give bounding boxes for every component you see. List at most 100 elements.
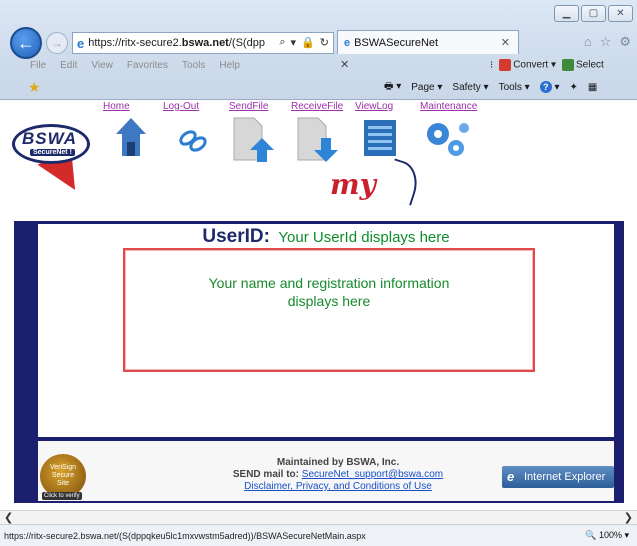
verisign-seal[interactable]: VeriSign Secure Site Click to verify xyxy=(40,454,86,500)
forward-button[interactable]: → xyxy=(46,32,68,54)
zoom-level: 100% xyxy=(598,530,622,540)
lock-icon[interactable]: 🔒 xyxy=(301,36,315,49)
refresh-icon[interactable]: ↻ xyxy=(320,36,329,49)
toolbar-icons: ⌂ ☆ ⚙ xyxy=(584,34,631,50)
logo-subtext: SecureNet ! xyxy=(30,149,75,156)
maintenance-gears-icon[interactable] xyxy=(420,116,472,160)
horizontal-scrollbar[interactable]: ❮ ❯ xyxy=(0,510,637,524)
browser-chrome: ▁ ▢ ✕ ← → e https://ritx-secure2. bswa.ne… xyxy=(0,0,637,100)
verisign-click-label: Click to verify xyxy=(42,492,82,500)
verisign-line3: Site xyxy=(56,480,70,487)
minimize-button[interactable]: ▁ xyxy=(554,5,579,22)
add-favorite-star-icon[interactable]: ★ xyxy=(28,79,41,96)
address-tools[interactable]: ⌕ ▾ 🔒 ↻ xyxy=(276,36,329,49)
send-mail-label: SEND mail to: xyxy=(232,469,299,480)
userid-row: UserID: Your UserId displays here xyxy=(38,226,614,248)
menu-view[interactable]: View xyxy=(91,60,113,71)
address-suffix: /(S(dpp xyxy=(228,37,265,49)
content-panel: UserID: Your UserId displays here Your n… xyxy=(38,224,614,437)
nav-viewlog-link[interactable]: ViewLog xyxy=(355,101,393,112)
menu-help[interactable]: Help xyxy=(219,60,240,71)
menu-bar: File Edit View Favorites Tools Help ✕ ⁝ … xyxy=(0,56,637,74)
nav-maintenance-link[interactable]: Maintenance xyxy=(420,101,477,112)
help-icon: ? xyxy=(539,81,552,93)
command-items: 🖶 ▾ Page ▾ Safety ▾ Tools ▾ ? ▾ ✦ ▦ xyxy=(384,79,597,96)
ie-badge-icon: e xyxy=(507,469,515,484)
print-icon[interactable]: 🖶 ▾ xyxy=(384,79,401,96)
menu-edit[interactable]: Edit xyxy=(60,60,77,71)
scroll-right-icon[interactable]: ❯ xyxy=(624,511,633,524)
ie-tab-icon: e xyxy=(344,36,351,49)
status-bar: https://ritx-secure2.bswa.net/(S(dppqkeu… xyxy=(0,524,637,546)
footer-contact: Maintained by BSWA, Inc. SEND mail to: S… xyxy=(188,457,488,493)
menu-tools[interactable]: Tools xyxy=(182,60,205,71)
nav-home-link[interactable]: Home xyxy=(103,101,130,112)
ie-badge-label: Internet Explorer xyxy=(524,471,606,483)
my-logo-swoosh xyxy=(382,158,424,206)
site-header: BSWA SecureNet ! Home Log-Out SendFile R… xyxy=(0,100,637,220)
maintained-by: Maintained by BSWA, Inc. xyxy=(276,457,400,468)
safety-menu[interactable]: Safety ▾ xyxy=(452,82,488,93)
receive-file-icon[interactable] xyxy=(296,116,342,164)
back-button[interactable]: ← xyxy=(10,27,42,59)
arrow-right-icon: → xyxy=(51,36,63,50)
maximize-button[interactable]: ▢ xyxy=(581,5,606,22)
support-email-link[interactable]: SecureNet_support@bswa.com xyxy=(302,469,443,480)
content-frame: UserID: Your UserId displays here Your n… xyxy=(14,221,624,503)
tab-close-icon[interactable]: ✕ xyxy=(501,36,510,49)
address-bar[interactable]: e https://ritx-secure2. bswa.net/(S(dpp ⌕… xyxy=(72,32,334,54)
translate-icon[interactable]: ▦ xyxy=(588,82,597,93)
addon-tools: ⁝ Convert ▾ Select xyxy=(490,59,604,71)
address-domain: bswa.net xyxy=(181,37,229,49)
more-icon[interactable]: ⁝ xyxy=(490,60,493,71)
select-button[interactable]: Select xyxy=(562,59,604,71)
zoom-control[interactable]: 🔍 100% ▾ xyxy=(585,530,629,541)
select-icon xyxy=(562,59,575,71)
menu-file[interactable]: File xyxy=(30,60,46,71)
verisign-line1: VeriSign xyxy=(49,464,77,471)
nav-sendfile-link[interactable]: SendFile xyxy=(229,101,268,112)
userid-value: Your UserId displays here xyxy=(278,229,450,246)
disclaimer-link[interactable]: Disclaimer, Privacy, and Conditions of U… xyxy=(244,481,432,492)
menu-favorites[interactable]: Favorites xyxy=(127,60,168,71)
view-log-icon[interactable] xyxy=(360,116,400,160)
registration-info-text: Your name and registration information d… xyxy=(208,275,450,309)
nav-receivefile-link[interactable]: ReceiveFile xyxy=(291,101,343,112)
search-icon[interactable]: ⌕ xyxy=(279,36,285,49)
close-bar-icon[interactable]: ✕ xyxy=(340,58,349,71)
logo-text: BSWA xyxy=(22,129,77,148)
home-icon[interactable]: ⌂ xyxy=(584,34,592,50)
status-url: https://ritx-secure2.bswa.net/(S(dppqkeu… xyxy=(4,530,366,541)
settings-gear-icon[interactable]: ⚙ xyxy=(619,34,631,50)
footer: VeriSign Secure Site Click to verify Mai… xyxy=(38,441,614,501)
browser-tab[interactable]: e BSWASecureNet ✕ xyxy=(337,30,519,54)
zoom-icon: 🔍 xyxy=(585,530,597,540)
nav-logout-link[interactable]: Log-Out xyxy=(163,101,199,112)
verisign-line2: Secure xyxy=(51,472,75,479)
registration-info-box: Your name and registration information d… xyxy=(123,248,535,372)
logout-chain-icon[interactable] xyxy=(176,116,210,160)
page-menu[interactable]: Page ▾ xyxy=(411,82,442,93)
command-bar: ★ 🖶 ▾ Page ▾ Safety ▾ Tools ▾ ? ▾ ✦ ▦ xyxy=(0,76,637,98)
arrow-left-icon: ← xyxy=(17,32,35,53)
internet-explorer-badge[interactable]: e Internet Explorer xyxy=(502,466,614,488)
convert-icon xyxy=(499,59,512,71)
help-menu[interactable]: ? ▾ xyxy=(539,81,560,93)
home-house-icon[interactable] xyxy=(114,116,148,160)
ie-page-icon: e xyxy=(77,35,85,51)
window-controls: ▁ ▢ ✕ xyxy=(554,5,633,22)
favorites-star-icon[interactable]: ☆ xyxy=(600,34,612,50)
select-label: Select xyxy=(576,59,604,71)
bswa-logo: BSWA SecureNet ! xyxy=(12,120,92,199)
close-window-button[interactable]: ✕ xyxy=(608,5,633,22)
research-icon[interactable]: ✦ xyxy=(570,82,578,93)
convert-button[interactable]: Convert ▾ xyxy=(499,59,556,71)
address-prefix: https://ritx-secure2. xyxy=(88,37,182,49)
my-brand-logo: my xyxy=(330,168,376,201)
userid-label: UserID: xyxy=(202,226,270,247)
dropdown-icon[interactable]: ▾ xyxy=(291,36,297,49)
tools-menu[interactable]: Tools ▾ xyxy=(499,82,530,93)
send-file-icon[interactable] xyxy=(232,116,278,164)
tab-title: BSWASecureNet xyxy=(354,36,439,49)
scroll-left-icon[interactable]: ❮ xyxy=(4,511,13,524)
